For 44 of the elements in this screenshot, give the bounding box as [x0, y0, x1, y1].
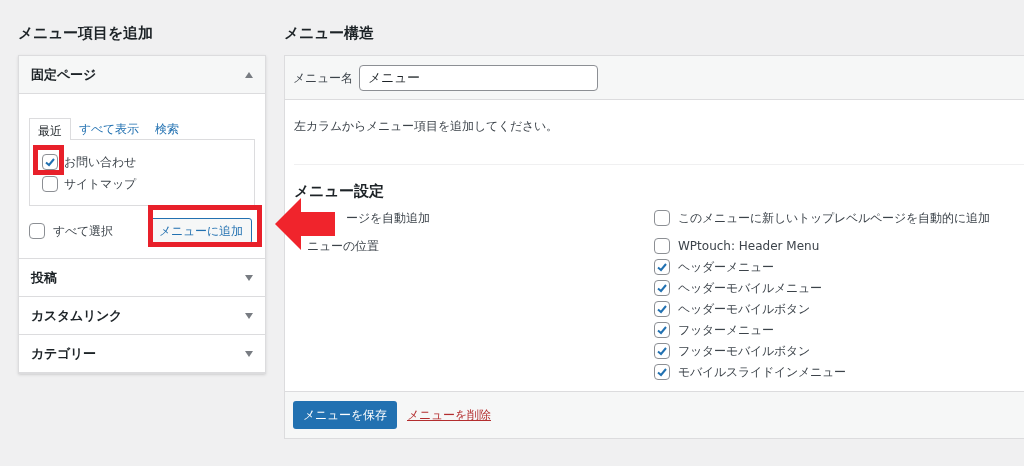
accordion-title: 投稿: [31, 268, 57, 287]
field-label: メニュー名: [293, 69, 353, 87]
menu-name-field[interactable]: メニュー: [359, 64, 598, 91]
accordion-title: カテゴリー: [31, 344, 96, 363]
accordion-header[interactable]: カテゴリー: [19, 335, 265, 373]
checkbox-label: すべて選択: [53, 223, 113, 240]
tab[interactable]: 最近: [29, 118, 71, 140]
checkbox-label: このメニューに新しいトップレベルページを自動的に追加: [678, 209, 990, 227]
accordion-title: カスタムリンク: [31, 306, 122, 325]
checked-checkbox[interactable]: [654, 321, 670, 338]
checkbox-label: お問い合わせ: [64, 154, 136, 171]
checkbox-label: ヘッダーメニュー: [678, 258, 774, 276]
tab[interactable]: 検索: [147, 117, 187, 139]
checked-checkbox[interactable]: [654, 279, 670, 296]
accordion-header[interactable]: 固定ページ: [19, 56, 265, 94]
checkbox-label: サイトマップ: [64, 176, 136, 193]
checkbox-label: ヘッダーモバイルボタン: [678, 300, 810, 318]
checkbox-label: ヘッダーモバイルメニュー: [678, 279, 822, 297]
checkbox[interactable]: [654, 209, 670, 226]
section-heading: メニュー構造: [284, 23, 375, 44]
accordion-header[interactable]: 投稿: [19, 259, 265, 297]
checkbox-label: フッターメニュー: [678, 321, 774, 339]
accordion-header[interactable]: カスタムリンク: [19, 297, 265, 335]
settings-heading: メニュー設定: [294, 181, 385, 203]
checkbox-label: フッターモバイルボタン: [678, 342, 810, 360]
checked-checkbox[interactable]: [654, 258, 670, 275]
checkbox[interactable]: [29, 223, 45, 239]
accordion-title: 固定ページ: [31, 65, 96, 84]
checkbox-label: モバイルスライドインメニュー: [678, 363, 846, 381]
highlight-frame: [33, 145, 64, 175]
delete-menu-link[interactable]: メニューを削除: [407, 405, 491, 424]
tab[interactable]: すべて表示: [71, 117, 147, 139]
save-menu-button[interactable]: メニューを保存: [293, 400, 397, 429]
setting-label: ージを自動追加: [345, 209, 431, 227]
checkbox[interactable]: [654, 237, 670, 254]
checked-checkbox[interactable]: [42, 154, 58, 170]
checked-checkbox[interactable]: [654, 342, 670, 359]
checked-checkbox[interactable]: [654, 363, 670, 380]
section-heading: メニュー項目を追加: [18, 23, 154, 44]
checkbox-label: WPtouch: Header Menu: [678, 237, 820, 255]
checkbox[interactable]: [42, 176, 58, 192]
checked-checkbox[interactable]: [654, 300, 670, 317]
instruction-text: 左カラムからメニュー項目を追加してください。: [294, 100, 1024, 166]
setting-label: ニューの位置: [306, 237, 380, 255]
